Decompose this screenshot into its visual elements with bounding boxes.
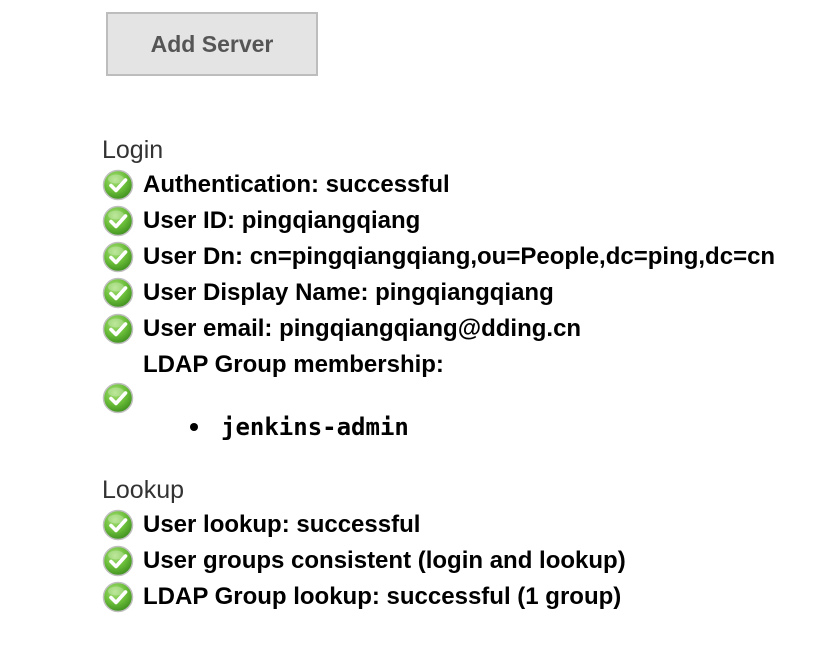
check-circle-icon — [102, 241, 134, 273]
login-result-text: User Display Name: pingqiangqiang — [143, 279, 554, 306]
check-circle-icon — [102, 169, 134, 201]
group-name: jenkins-admin — [221, 413, 409, 441]
lookup-result-text: User groups consistent (login and lookup… — [143, 547, 626, 574]
group-membership-label: LDAP Group membership: — [143, 351, 444, 378]
group-list-item: jenkins-admin — [190, 412, 409, 442]
login-result-text: User email: pingqiangqiang@dding.cn — [143, 315, 582, 342]
lookup-result-groups-consistent: User groups consistent (login and lookup… — [102, 543, 626, 579]
check-circle-icon — [102, 382, 134, 414]
check-circle-icon — [102, 509, 134, 541]
group-list: jenkins-admin — [190, 412, 409, 442]
login-result-email: User email: pingqiangqiang@dding.cn — [102, 311, 581, 347]
check-circle-icon — [102, 581, 134, 613]
login-result-user-id: User ID: pingqiangqiang — [102, 203, 420, 239]
login-section-heading: Login — [102, 136, 164, 164]
login-result-text: User Dn: cn=pingqiangqiang,ou=People,dc=… — [143, 243, 776, 270]
login-result-text: Authentication: successful — [143, 171, 450, 198]
login-result-user-dn: User Dn: cn=pingqiangqiang,ou=People,dc=… — [102, 239, 775, 275]
login-result-text: User ID: pingqiangqiang — [143, 207, 421, 234]
lookup-result-text: User lookup: successful — [143, 511, 421, 538]
check-circle-icon — [102, 545, 134, 577]
lookup-result-user-lookup: User lookup: successful — [102, 507, 420, 543]
lookup-result-group-lookup: LDAP Group lookup: successful (1 group) — [102, 579, 621, 615]
check-circle-icon — [102, 313, 134, 345]
check-circle-icon — [102, 277, 134, 309]
lookup-result-text: LDAP Group lookup: successful (1 group) — [143, 583, 622, 610]
lookup-section-heading: Lookup — [102, 476, 185, 504]
check-circle-icon — [102, 205, 134, 237]
add-server-button[interactable]: Add Server — [106, 12, 318, 76]
login-result-display-name: User Display Name: pingqiangqiang — [102, 275, 554, 311]
login-result-group-membership: LDAP Group membership: jenkins-admin — [102, 348, 820, 448]
bullet-icon — [190, 423, 198, 431]
login-result-authentication: Authentication: successful — [102, 167, 450, 203]
